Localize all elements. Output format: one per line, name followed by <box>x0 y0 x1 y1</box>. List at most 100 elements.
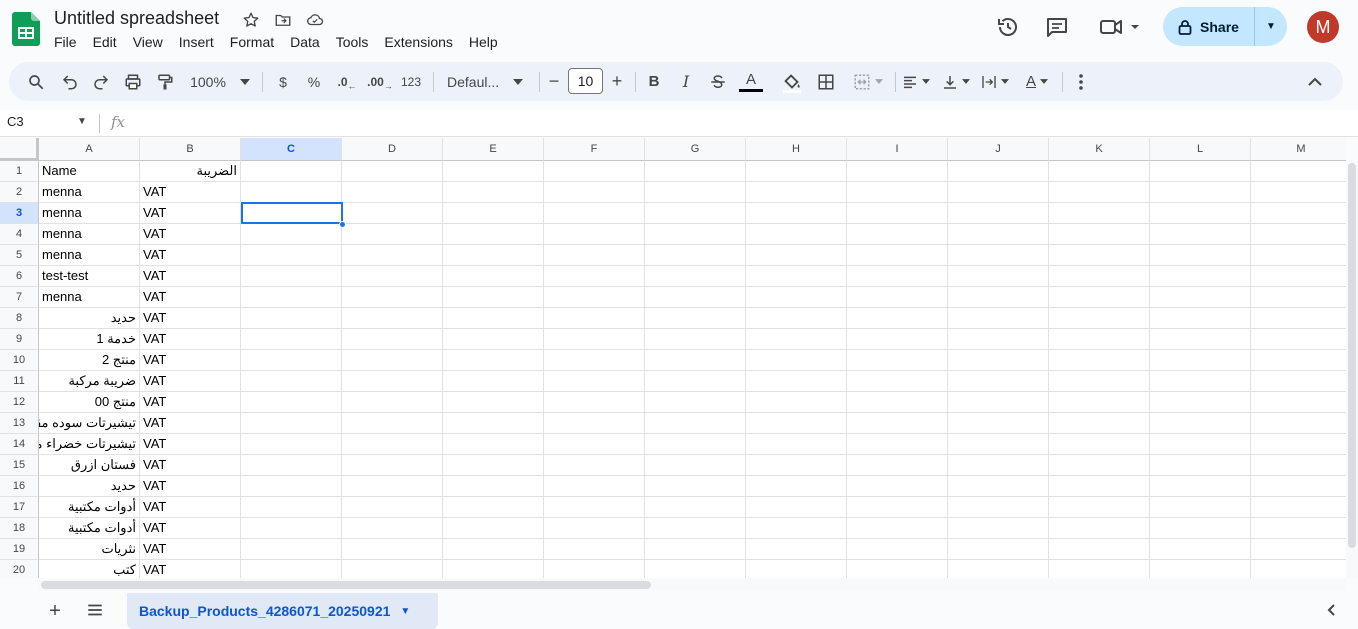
cell-m19[interactable] <box>1251 539 1346 560</box>
cell-k17[interactable] <box>1049 497 1150 518</box>
cell-h1[interactable] <box>746 161 847 182</box>
cell-l18[interactable] <box>1150 518 1251 539</box>
cell-f4[interactable] <box>544 224 645 245</box>
cell-g16[interactable] <box>645 476 746 497</box>
cell-k8[interactable] <box>1049 308 1150 329</box>
more-formats-button[interactable]: 123 <box>398 62 424 101</box>
cell-c13[interactable] <box>241 413 342 434</box>
row-header[interactable]: 5 <box>0 245 39 266</box>
cell-j10[interactable] <box>948 350 1049 371</box>
cell-e13[interactable] <box>443 413 544 434</box>
cell-k4[interactable] <box>1049 224 1150 245</box>
cell-e19[interactable] <box>443 539 544 560</box>
cell-a14[interactable]: تيشيرتات خضراء مقاس <box>39 434 140 455</box>
cell-l9[interactable] <box>1150 329 1251 350</box>
cell-i10[interactable] <box>847 350 948 371</box>
row-header[interactable]: 8 <box>0 308 39 329</box>
column-header-f[interactable]: F <box>544 138 645 161</box>
italic-icon[interactable]: I <box>674 62 698 101</box>
cell-f15[interactable] <box>544 455 645 476</box>
cell-g2[interactable] <box>645 182 746 203</box>
cell-j13[interactable] <box>948 413 1049 434</box>
cell-h5[interactable] <box>746 245 847 266</box>
column-header-i[interactable]: I <box>847 138 948 161</box>
cell-m13[interactable] <box>1251 413 1346 434</box>
cell-i13[interactable] <box>847 413 948 434</box>
cell-c1[interactable] <box>241 161 342 182</box>
row-header[interactable]: 13 <box>0 413 39 434</box>
cell-e17[interactable] <box>443 497 544 518</box>
cell-j9[interactable] <box>948 329 1049 350</box>
cell-d11[interactable] <box>342 371 443 392</box>
cell-j2[interactable] <box>948 182 1049 203</box>
fill-handle[interactable] <box>339 221 346 228</box>
row-header[interactable]: 1 <box>0 161 39 182</box>
cell-e12[interactable] <box>443 392 544 413</box>
cell-i6[interactable] <box>847 266 948 287</box>
menu-insert[interactable]: Insert <box>171 32 222 52</box>
move-folder-icon[interactable] <box>273 10 293 30</box>
cell-e6[interactable] <box>443 266 544 287</box>
increase-decimal-button[interactable]: .00 → <box>365 62 395 101</box>
cell-d12[interactable] <box>342 392 443 413</box>
cell-j1[interactable] <box>948 161 1049 182</box>
cell-f13[interactable] <box>544 413 645 434</box>
cell-a13[interactable]: تيشيرتات سوده مقاس 2 <box>39 413 140 434</box>
cell-b4[interactable]: VAT <box>140 224 241 245</box>
cell-c2[interactable] <box>241 182 342 203</box>
column-header-h[interactable]: H <box>746 138 847 161</box>
cell-h4[interactable] <box>746 224 847 245</box>
cell-d5[interactable] <box>342 245 443 266</box>
cell-g7[interactable] <box>645 287 746 308</box>
cell-b20[interactable]: VAT <box>140 560 241 578</box>
cell-j3[interactable] <box>948 203 1049 224</box>
cell-c5[interactable] <box>241 245 342 266</box>
cell-j12[interactable] <box>948 392 1049 413</box>
print-icon[interactable] <box>120 62 146 101</box>
cell-i5[interactable] <box>847 245 948 266</box>
cell-a9[interactable]: خدمة 1 <box>39 329 140 350</box>
strikethrough-icon[interactable] <box>706 62 730 101</box>
cell-d2[interactable] <box>342 182 443 203</box>
cell-j11[interactable] <box>948 371 1049 392</box>
font-size-input[interactable]: 10 <box>568 68 603 94</box>
cell-i11[interactable] <box>847 371 948 392</box>
cell-h15[interactable] <box>746 455 847 476</box>
cell-l15[interactable] <box>1150 455 1251 476</box>
cell-k3[interactable] <box>1049 203 1150 224</box>
cell-c6[interactable] <box>241 266 342 287</box>
spreadsheet-grid[interactable]: A B C D E F G H I J K L M 1 Name الضريبة 2 menna VAT 3 menna… <box>0 138 1346 578</box>
row-header[interactable]: 3 <box>0 203 39 224</box>
cell-b13[interactable]: VAT <box>140 413 241 434</box>
collapse-icon[interactable] <box>1303 62 1327 101</box>
cell-e11[interactable] <box>443 371 544 392</box>
cell-k10[interactable] <box>1049 350 1150 371</box>
cell-b7[interactable]: VAT <box>140 287 241 308</box>
menu-view[interactable]: View <box>125 32 171 52</box>
cell-e14[interactable] <box>443 434 544 455</box>
cell-k18[interactable] <box>1049 518 1150 539</box>
cell-f19[interactable] <box>544 539 645 560</box>
cell-l3[interactable] <box>1150 203 1251 224</box>
column-header-e[interactable]: E <box>443 138 544 161</box>
cell-c4[interactable] <box>241 224 342 245</box>
cell-f12[interactable] <box>544 392 645 413</box>
cell-f11[interactable] <box>544 371 645 392</box>
cell-d1[interactable] <box>342 161 443 182</box>
vertical-scroll-thumb[interactable] <box>1348 163 1356 548</box>
cell-b3[interactable]: VAT <box>140 203 241 224</box>
cell-h2[interactable] <box>746 182 847 203</box>
bold-icon[interactable]: B <box>642 62 666 101</box>
cell-f3[interactable] <box>544 203 645 224</box>
cell-a19[interactable]: نثريات <box>39 539 140 560</box>
cell-j4[interactable] <box>948 224 1049 245</box>
percent-format-button[interactable]: % <box>302 62 326 101</box>
avatar[interactable]: M <box>1307 11 1339 43</box>
cell-b14[interactable]: VAT <box>140 434 241 455</box>
cell-l14[interactable] <box>1150 434 1251 455</box>
cell-m11[interactable] <box>1251 371 1346 392</box>
cell-i16[interactable] <box>847 476 948 497</box>
cell-j15[interactable] <box>948 455 1049 476</box>
all-sheets-icon[interactable] <box>86 601 106 621</box>
cell-k19[interactable] <box>1049 539 1150 560</box>
